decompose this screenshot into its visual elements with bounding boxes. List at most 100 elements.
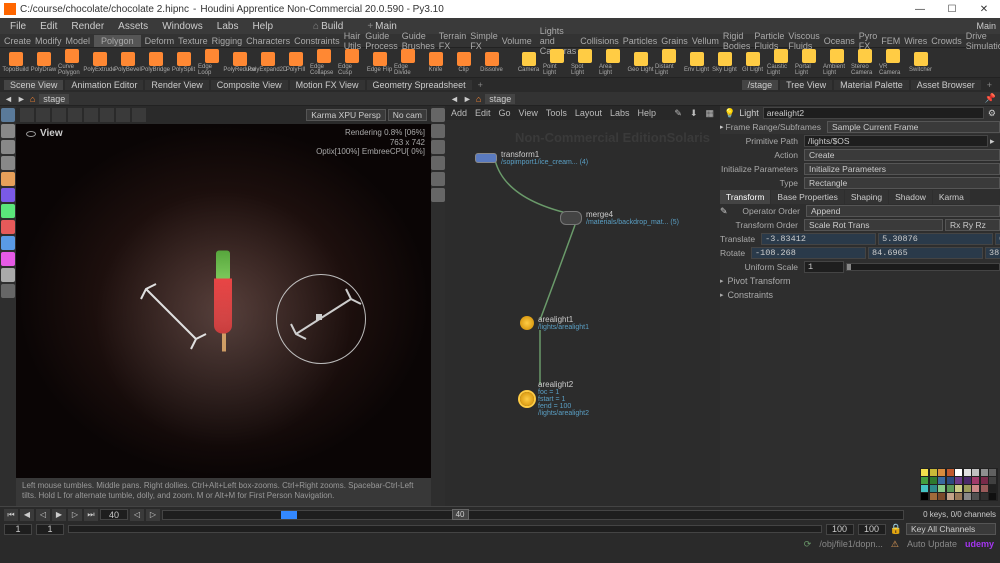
ry-field[interactable] — [868, 247, 983, 259]
fwd-icon-2[interactable]: ► — [463, 94, 472, 104]
color-swatch[interactable] — [947, 493, 954, 500]
ptab-shadow[interactable]: Shadow — [889, 190, 932, 204]
shelf-oceans[interactable]: Oceans — [824, 36, 855, 46]
vpr-3[interactable] — [431, 140, 445, 154]
camera-dropdown[interactable]: No cam — [388, 109, 427, 121]
ctx-guide-brushes[interactable]: Guide Brushes — [402, 31, 435, 51]
shelf-camera[interactable]: Camera — [515, 49, 542, 77]
shelf-polyfill[interactable]: PolyFill — [282, 49, 309, 77]
shelf-sky-light[interactable]: Sky Light — [711, 49, 738, 77]
menu-edit[interactable]: Edit — [34, 21, 63, 32]
shelf-clip[interactable]: Clip — [450, 49, 477, 77]
ctx-hair[interactable]: Hair Utils — [344, 31, 362, 51]
shelf-env-light[interactable]: Env Light — [683, 49, 710, 77]
net-tool-icon-1[interactable]: ✎ — [674, 108, 682, 119]
rx-field[interactable] — [751, 247, 866, 259]
shelf-polybridge[interactable]: PolyBridge — [142, 49, 169, 77]
vpr-4[interactable] — [431, 156, 445, 170]
renderer-dropdown[interactable]: Karma XPU Persp — [306, 109, 385, 121]
range-start-field[interactable] — [36, 524, 64, 535]
color-swatch[interactable] — [930, 493, 937, 500]
color-swatch[interactable] — [955, 493, 962, 500]
node-arealight2[interactable]: arealight2 foc = 1 fstart = 1 fend = 100… — [520, 380, 589, 417]
net-tool-icon-3[interactable]: ▦ — [705, 108, 714, 119]
action-dropdown[interactable]: Create — [804, 149, 1000, 161]
path-left-text[interactable]: stage — [39, 94, 69, 104]
color-swatch[interactable] — [930, 485, 937, 492]
shelf-grains[interactable]: Grains — [661, 36, 688, 46]
shelf-portal-light[interactable]: Portal Light — [795, 49, 822, 77]
net-add[interactable]: Add — [451, 108, 467, 118]
shelf-topobuild[interactable]: TopoBuild — [2, 49, 29, 77]
shelf-wires[interactable]: Wires — [904, 36, 927, 46]
tool-b[interactable] — [1, 188, 15, 202]
vp-tool-2[interactable] — [36, 108, 50, 122]
shelf-stereo-camera[interactable]: Stereo Camera — [851, 49, 878, 77]
color-swatch[interactable] — [972, 493, 979, 500]
next-key-button[interactable]: ▷ — [146, 509, 160, 521]
collapse-icon[interactable]: ▸ — [720, 123, 724, 131]
range-slider[interactable] — [68, 525, 822, 533]
cook-icon[interactable]: ⟳ — [804, 539, 812, 550]
color-swatch[interactable] — [955, 477, 962, 484]
tool-g[interactable] — [1, 268, 15, 282]
vpr-5[interactable] — [431, 172, 445, 186]
tool-scale[interactable] — [1, 156, 15, 170]
back-icon-2[interactable]: ◄ — [450, 94, 459, 104]
shelf-vr-camera[interactable]: VR Camera — [879, 49, 906, 77]
network-canvas[interactable]: Non-Commercial Edition Solaris transform… — [445, 120, 720, 506]
color-swatch[interactable] — [989, 477, 996, 484]
menu-file[interactable]: File — [4, 21, 32, 32]
vpr-1[interactable] — [431, 108, 445, 122]
global-start-field[interactable] — [4, 524, 32, 535]
tab-scene-view[interactable]: Scene View — [4, 80, 63, 90]
shelf-rigid[interactable]: Rigid Bodies — [723, 31, 751, 51]
global-end-field[interactable] — [858, 524, 886, 535]
shelf-polybevel[interactable]: PolyBevel — [114, 49, 141, 77]
op-order-dropdown[interactable]: Append — [806, 205, 1000, 217]
tool-c[interactable] — [1, 204, 15, 218]
tab-matpalette[interactable]: Material Palette — [834, 80, 909, 90]
net-go[interactable]: Go — [499, 108, 511, 118]
shelf-ambient-light[interactable]: Ambient Light — [823, 49, 850, 77]
home-icon[interactable]: ⌂ — [30, 94, 35, 104]
shelf-point-light[interactable]: Point Light — [543, 49, 570, 77]
scale-field[interactable] — [804, 261, 844, 273]
rot-order-dropdown[interactable]: Rx Ry Rz — [945, 219, 1000, 231]
edit-icon[interactable]: ✎ — [720, 206, 732, 217]
color-swatch[interactable] — [989, 485, 996, 492]
shelf-vfluids[interactable]: Viscous Fluids — [788, 31, 819, 51]
ptab-transform[interactable]: Transform — [720, 190, 770, 204]
pin-icon[interactable]: 📌 — [985, 93, 996, 104]
tool-h[interactable] — [1, 284, 15, 298]
ctx-simplefx[interactable]: Simple FX — [470, 31, 498, 51]
frame-range-dropdown[interactable]: Sample Current Frame — [827, 121, 1000, 133]
vp-tool-1[interactable] — [20, 108, 34, 122]
color-swatch[interactable] — [938, 477, 945, 484]
shelf-polyexpand2d[interactable]: PolyExpand2D — [254, 49, 281, 77]
constraints-section[interactable]: ▸ Constraints — [720, 288, 1000, 302]
pivot-section[interactable]: ▸ Pivot Transform — [720, 274, 1000, 288]
color-swatch[interactable] — [964, 477, 971, 484]
net-help[interactable]: Help — [637, 108, 656, 118]
shelf-vellum[interactable]: Vellum — [692, 36, 719, 46]
ctx-texture[interactable]: Texture — [178, 36, 208, 46]
tool-select[interactable] — [1, 108, 15, 122]
shelf-polydraw[interactable]: PolyDraw — [30, 49, 57, 77]
color-swatch[interactable] — [921, 493, 928, 500]
color-swatch[interactable] — [981, 477, 988, 484]
color-swatch[interactable] — [938, 469, 945, 476]
vpr-6[interactable] — [431, 188, 445, 202]
color-palette[interactable] — [920, 468, 998, 501]
shelf-area-light[interactable]: Area Light — [599, 49, 626, 77]
lock-icon[interactable]: 🔒 — [890, 524, 902, 535]
shelf-knife[interactable]: Knife — [422, 49, 449, 77]
ctx-modify[interactable]: Modify — [35, 36, 62, 46]
ctx-model[interactable]: Model — [66, 36, 91, 46]
ptab-base[interactable]: Base Properties — [771, 190, 843, 204]
shelf-edge flip[interactable]: Edge Flip — [366, 49, 393, 77]
vp-tool-5[interactable] — [84, 108, 98, 122]
color-swatch[interactable] — [938, 485, 945, 492]
ctx-characters[interactable]: Characters — [246, 36, 290, 46]
shelf-edge cusp[interactable]: Edge Cusp — [338, 49, 365, 77]
